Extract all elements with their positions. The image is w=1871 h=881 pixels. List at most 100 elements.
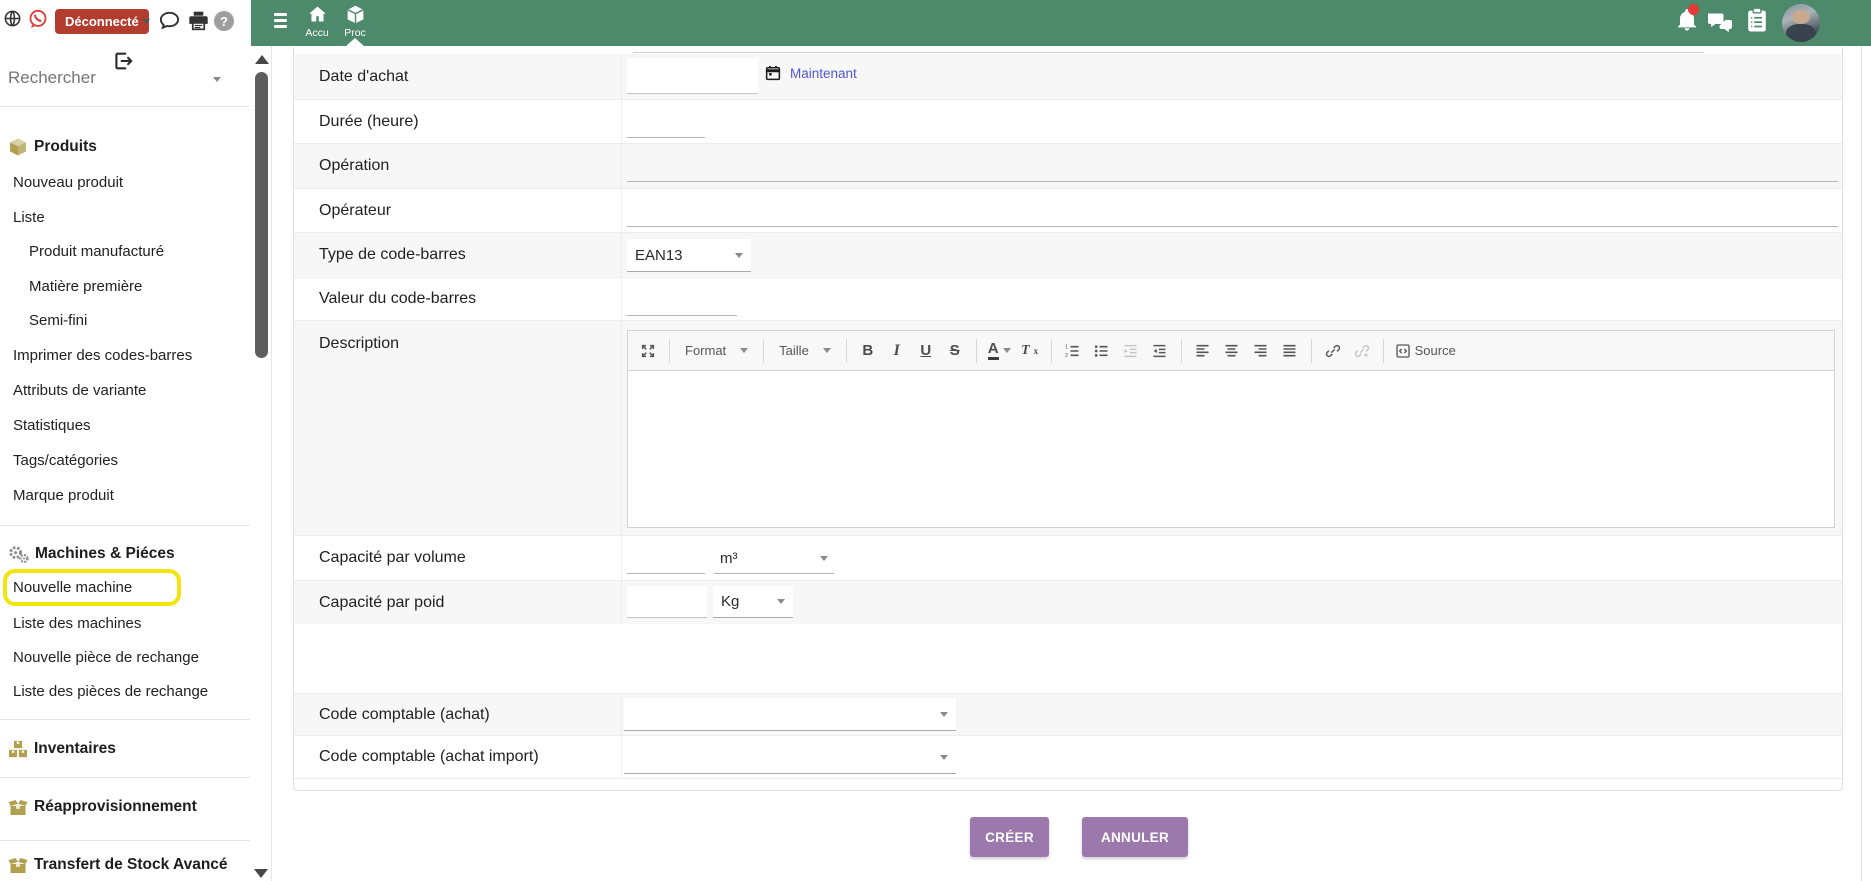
numbered-list-icon[interactable]: 12 xyxy=(1063,338,1083,364)
field-label: Valeur du code-barres xyxy=(294,278,622,320)
chat-icon[interactable] xyxy=(158,9,181,32)
format-dropdown[interactable]: Format xyxy=(681,343,752,358)
active-tab-indicator xyxy=(346,38,364,46)
row-code-comptable-import: Code comptable (achat import) xyxy=(294,735,1842,779)
align-right-icon[interactable] xyxy=(1251,338,1271,364)
poid-input[interactable] xyxy=(627,586,707,618)
barcode-value-input[interactable] xyxy=(627,286,737,316)
operation-input[interactable] xyxy=(627,152,1838,182)
editor-content[interactable] xyxy=(628,371,1834,527)
sidebar-item-semi-fini[interactable]: Semi-fini xyxy=(29,312,87,332)
section-machines[interactable]: Machines & Piéces xyxy=(8,543,175,565)
page-scrollbar[interactable] xyxy=(1861,46,1862,881)
sidebar-item-matiere-premiere[interactable]: Matière première xyxy=(29,278,142,298)
section-inventaires[interactable]: Inventaires xyxy=(8,738,116,760)
sidebar-item-liste-machines[interactable]: Liste des machines xyxy=(13,615,141,635)
print-icon[interactable] xyxy=(187,9,210,32)
whatsapp-icon[interactable] xyxy=(27,8,49,30)
align-left-icon[interactable] xyxy=(1193,338,1213,364)
source-label: Source xyxy=(1414,343,1456,358)
messages-icon xyxy=(1708,13,1732,33)
sidebar-item-liste[interactable]: Liste xyxy=(13,209,45,229)
underline-icon[interactable]: U xyxy=(916,338,936,364)
sidebar-item-tags-categories[interactable]: Tags/catégories xyxy=(13,452,118,472)
chevron-down-icon xyxy=(822,348,831,353)
date-achat-input[interactable] xyxy=(627,58,758,94)
size-dropdown[interactable]: Taille xyxy=(775,343,835,358)
source-button[interactable]: Source xyxy=(1395,338,1456,364)
bulleted-list-icon[interactable] xyxy=(1092,338,1112,364)
section-produits-label: Produits xyxy=(34,138,97,155)
sidebar-item-nouveau-produit[interactable]: Nouveau produit xyxy=(13,174,123,194)
strikethrough-icon[interactable]: S xyxy=(945,338,965,364)
svg-text:1: 1 xyxy=(1065,344,1068,350)
divider xyxy=(0,840,250,841)
align-center-icon[interactable] xyxy=(1222,338,1242,364)
topbar: Accu Proc xyxy=(251,0,1871,46)
maintenant-link[interactable]: Maintenant xyxy=(790,66,857,81)
gears-icon xyxy=(9,545,29,563)
status-caret-icon[interactable] xyxy=(142,19,150,24)
row-date-achat: Date d'achat Maintenant xyxy=(294,54,1842,99)
chevron-down-icon xyxy=(940,711,948,717)
code-comptable-achat-select[interactable] xyxy=(624,698,956,731)
remove-format-icon[interactable]: Tx xyxy=(1020,338,1040,364)
status-badge[interactable]: Déconnecté xyxy=(55,9,149,34)
sidebar-item-attributs-variante[interactable]: Attributs de variante xyxy=(13,382,146,402)
operateur-input[interactable] xyxy=(627,197,1838,227)
sidebar-item-imprimer-codes-barres[interactable]: Imprimer des codes-barres xyxy=(13,347,192,367)
field-label: Code comptable (achat) xyxy=(294,694,622,735)
truncated-field-line xyxy=(633,52,1704,53)
maximize-icon[interactable] xyxy=(638,338,658,364)
sidebar-item-produit-manufacture[interactable]: Produit manufacturé xyxy=(29,243,164,263)
volume-unit-select[interactable]: m³ xyxy=(714,543,834,574)
scroll-up-icon[interactable] xyxy=(255,55,269,64)
create-button[interactable]: CRÉER xyxy=(970,817,1049,857)
calendar-icon[interactable] xyxy=(764,64,782,82)
sidebar-item-marque-produit[interactable]: Marque produit xyxy=(13,487,114,507)
section-reapprovisionnement[interactable]: Réapprovisionnement xyxy=(8,796,197,818)
duree-input[interactable] xyxy=(627,108,705,138)
section-transfert[interactable]: Transfert de Stock Avancé xyxy=(8,854,228,876)
outdent-icon[interactable] xyxy=(1121,338,1141,364)
sidebar-item-liste-pieces[interactable]: Liste des pièces de rechange xyxy=(13,683,208,703)
scrollbar-thumb[interactable] xyxy=(255,72,268,358)
barcode-type-select[interactable]: EAN13 xyxy=(627,239,751,272)
search-input[interactable] xyxy=(8,68,193,88)
italic-icon[interactable]: I xyxy=(887,338,907,364)
section-produits[interactable]: Produits xyxy=(8,136,97,158)
sidebar-item-statistiques[interactable]: Statistiques xyxy=(13,417,91,437)
scroll-down-icon[interactable] xyxy=(254,869,268,878)
menu-icon[interactable] xyxy=(272,13,288,31)
field-label: Description xyxy=(294,321,622,535)
barcode-type-value: EAN13 xyxy=(635,246,683,264)
field-label: Code comptable (achat import) xyxy=(294,736,622,778)
sidebar-item-nouvelle-piece[interactable]: Nouvelle pièce de rechange xyxy=(13,649,199,669)
sidebar-item-nouvelle-machine[interactable]: Nouvelle machine xyxy=(13,579,132,599)
code-comptable-import-select[interactable] xyxy=(624,741,956,774)
form-table: Date d'achat Maintenant Durée (heure) Op… xyxy=(294,54,1842,779)
tab-accueil[interactable]: Accu xyxy=(298,4,336,46)
sidebar-search[interactable] xyxy=(8,68,223,88)
globe-icon[interactable] xyxy=(3,9,22,28)
section-inventaires-label: Inventaires xyxy=(34,740,116,757)
indent-icon[interactable] xyxy=(1150,338,1170,364)
volume-unit-value: m³ xyxy=(720,549,738,567)
text-color-icon[interactable]: A xyxy=(987,338,1011,364)
help-icon[interactable]: ? xyxy=(214,11,234,31)
cancel-button[interactable]: ANNULER xyxy=(1082,817,1188,857)
poid-unit-select[interactable]: Kg xyxy=(713,586,793,618)
link-icon[interactable] xyxy=(1323,338,1343,364)
unlink-icon[interactable] xyxy=(1352,338,1372,364)
svg-text:2: 2 xyxy=(1065,353,1068,359)
open-box-icon xyxy=(8,799,28,815)
chevron-down-icon xyxy=(820,555,828,561)
avatar[interactable] xyxy=(1782,4,1820,42)
divider xyxy=(0,719,250,720)
volume-input[interactable] xyxy=(627,544,705,574)
section-reapprovisionnement-label: Réapprovisionnement xyxy=(34,798,197,815)
notification-dot xyxy=(1688,4,1699,15)
bold-icon[interactable]: B xyxy=(858,338,878,364)
justify-icon[interactable] xyxy=(1280,338,1300,364)
row-operateur: Opérateur xyxy=(294,188,1842,232)
